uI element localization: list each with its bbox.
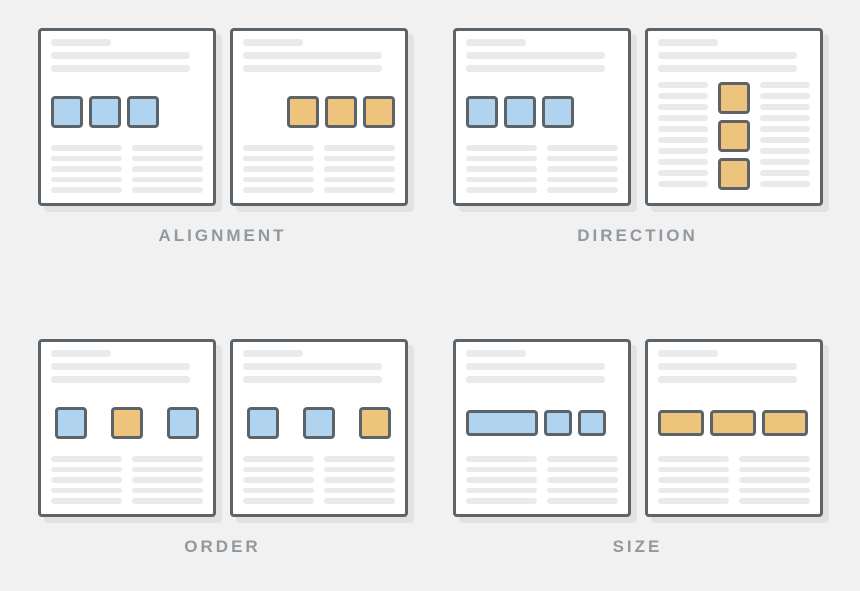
placeholder-columns	[466, 456, 618, 504]
placeholder-line	[243, 39, 304, 46]
order-a-boxes	[51, 389, 203, 456]
placeholder-line	[466, 376, 606, 383]
box-icon	[578, 410, 606, 436]
size-a-boxes	[466, 389, 618, 456]
placeholder-line	[243, 363, 383, 370]
placeholder-columns	[51, 145, 203, 193]
size-panel-b	[645, 339, 823, 517]
placeholder-line	[243, 376, 383, 383]
box-icon	[718, 120, 750, 152]
placeholder-line	[51, 350, 112, 357]
concept-direction: DIRECTION	[445, 28, 830, 246]
size-b-boxes	[658, 389, 810, 456]
direction-label: DIRECTION	[577, 226, 698, 246]
placeholder-line	[658, 65, 798, 72]
direction-panel-row	[453, 28, 631, 206]
box-icon	[658, 410, 704, 436]
box-icon	[303, 407, 335, 439]
placeholder-line	[658, 350, 719, 357]
direction-pair	[453, 28, 823, 206]
row-top: ALIGNMENT	[30, 28, 830, 246]
box-icon	[325, 96, 357, 128]
box-icon	[247, 407, 279, 439]
direction-row-boxes	[466, 78, 618, 145]
order-pair	[38, 339, 408, 517]
order-panel-b	[230, 339, 408, 517]
order-panel-a	[38, 339, 216, 517]
order-label: ORDER	[184, 537, 260, 557]
size-label: SIZE	[613, 537, 663, 557]
placeholder-line	[658, 39, 719, 46]
placeholder-line	[243, 52, 383, 59]
box-icon	[287, 96, 319, 128]
box-icon	[466, 410, 538, 436]
placeholder-columns	[658, 456, 810, 504]
alignment-right-boxes	[243, 78, 395, 145]
order-b-boxes	[243, 389, 395, 456]
placeholder-line	[466, 39, 527, 46]
placeholder-column	[658, 82, 708, 193]
row-bottom: ORDER	[30, 339, 830, 557]
alignment-left-boxes	[51, 78, 203, 145]
placeholder-line	[243, 65, 383, 72]
size-panel-a	[453, 339, 631, 517]
placeholder-line	[658, 376, 798, 383]
placeholder-line	[51, 52, 191, 59]
box-icon	[167, 407, 199, 439]
placeholder-columns	[51, 456, 203, 504]
placeholder-line	[243, 350, 304, 357]
concept-alignment: ALIGNMENT	[30, 28, 415, 246]
concept-size: SIZE	[445, 339, 830, 557]
direction-column-boxes	[718, 82, 750, 190]
placeholder-line	[466, 52, 606, 59]
box-icon	[542, 96, 574, 128]
box-icon	[710, 410, 756, 436]
placeholder-column	[760, 82, 810, 193]
box-icon	[466, 96, 498, 128]
box-icon	[718, 82, 750, 114]
box-icon	[55, 407, 87, 439]
alignment-panel-left	[38, 28, 216, 206]
box-icon	[718, 158, 750, 190]
placeholder-line	[51, 39, 112, 46]
box-icon	[111, 407, 143, 439]
placeholder-line	[51, 363, 191, 370]
box-icon	[504, 96, 536, 128]
box-icon	[51, 96, 83, 128]
placeholder-line	[466, 350, 527, 357]
alignment-pair	[38, 28, 408, 206]
placeholder-columns	[243, 456, 395, 504]
alignment-panel-right	[230, 28, 408, 206]
placeholder-line	[466, 363, 606, 370]
placeholder-line	[658, 52, 798, 59]
alignment-label: ALIGNMENT	[158, 226, 286, 246]
size-pair	[453, 339, 823, 517]
direction-panel-column	[645, 28, 823, 206]
concept-order: ORDER	[30, 339, 415, 557]
box-icon	[359, 407, 391, 439]
box-icon	[363, 96, 395, 128]
placeholder-line	[466, 65, 606, 72]
placeholder-line	[658, 363, 798, 370]
placeholder-columns	[243, 145, 395, 193]
placeholder-columns	[466, 145, 618, 193]
box-icon	[762, 410, 808, 436]
placeholder-line	[51, 376, 191, 383]
box-icon	[127, 96, 159, 128]
box-icon	[544, 410, 572, 436]
box-icon	[89, 96, 121, 128]
placeholder-line	[51, 65, 191, 72]
